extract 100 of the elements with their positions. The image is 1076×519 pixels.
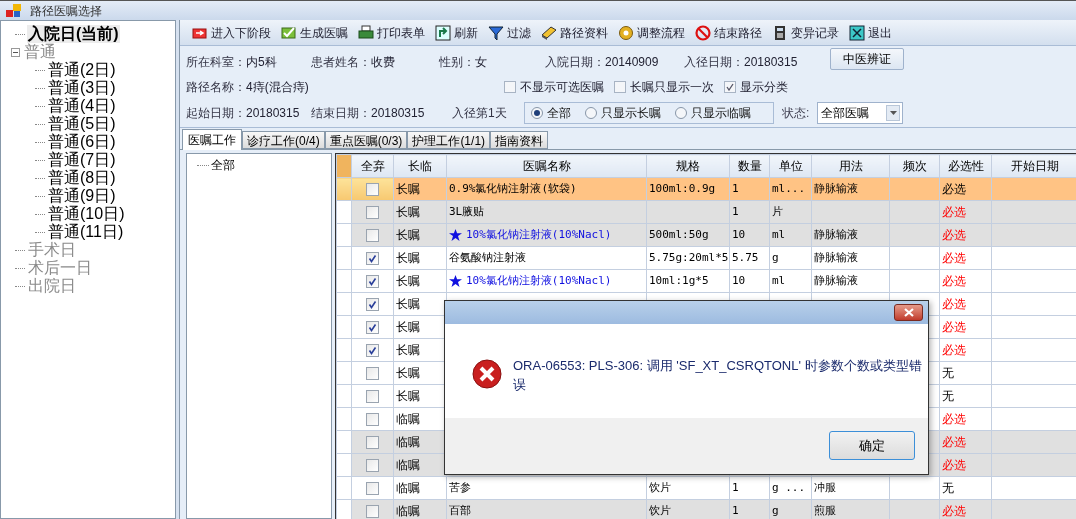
checkbox[interactable]	[614, 81, 626, 93]
column-header: 频次	[889, 154, 940, 178]
radio-button[interactable]	[675, 107, 687, 119]
field-value: 女	[475, 54, 487, 71]
table-cell: 冲服	[814, 480, 836, 494]
table-cell: 长嘱	[393, 177, 447, 201]
checkbox[interactable]	[366, 320, 379, 334]
toolbar-button[interactable]: 退出	[849, 21, 892, 44]
table-row[interactable]: 长嘱 0.9%氯化钠注射液(软袋) 100ml:0.9g 1 ml... 静脉输液 必选	[336, 177, 1076, 201]
table-cell: 必选	[942, 251, 966, 265]
table-cell-text: 10%氯化钠注射液(10%Nacl)	[466, 226, 612, 243]
radio-button[interactable]	[585, 107, 597, 119]
table-cell: 必选	[942, 297, 966, 311]
toolbar-button[interactable]: 刷新	[435, 21, 478, 44]
table-cell: 静脉输液	[814, 250, 858, 264]
checkbox[interactable]	[366, 435, 379, 449]
table-cell: 10ml:1g*5	[649, 273, 709, 287]
table-row[interactable]: 长嘱 谷氨酸钠注射液 5.75g:20ml*5 5.75 g 静脉输液 必选	[336, 246, 1076, 270]
table-cell: 必选	[942, 274, 966, 288]
field-label: 患者姓名：	[311, 54, 371, 71]
tab[interactable]: 指南资料	[490, 131, 549, 149]
table-cell: 临嘱	[393, 499, 447, 519]
checkbox[interactable]	[504, 81, 516, 93]
tab[interactable]: 护理工作(1/1)	[407, 131, 491, 149]
checkbox[interactable]	[366, 274, 379, 288]
table-cell: 必选	[942, 228, 966, 242]
toolbar-button[interactable]: 结束路径	[695, 21, 762, 44]
table-row[interactable]: 临嘱 百部 饮片 1 g 煎服 必选	[336, 499, 1076, 519]
table-cell-text: 3L腋贴	[449, 203, 485, 220]
checkbox[interactable]	[724, 81, 736, 93]
app-icon	[6, 3, 22, 18]
table-cell: 长嘱	[393, 223, 447, 247]
radio-button[interactable]	[531, 107, 543, 119]
toolbar-button[interactable]: 过滤	[488, 21, 531, 44]
table-cell: 长嘱	[393, 269, 447, 293]
table-cell: 必选	[942, 320, 966, 334]
table-cell: 必选	[942, 205, 966, 219]
checkbox[interactable]	[366, 251, 379, 265]
toolbar-button[interactable]: 进入下阶段	[192, 21, 271, 44]
checkbox[interactable]	[366, 228, 379, 242]
column-header: 数量	[729, 154, 770, 178]
table-cell: 必选	[942, 182, 966, 196]
table-row[interactable]: 长嘱 10%氯化钠注射液(10%Nacl) 10ml:1g*5 10 ml 静脉输液 必选	[336, 269, 1076, 293]
table-cell: ml	[772, 227, 786, 241]
tab[interactable]: 医嘱工作	[182, 129, 242, 150]
close-button[interactable]	[894, 304, 923, 321]
field-value: 20180315	[246, 105, 300, 122]
toolbar-button[interactable]: 变异记录	[772, 21, 839, 44]
table-cell: 长嘱	[393, 200, 447, 224]
toolbar-button[interactable]: 路径资料	[541, 21, 608, 44]
field-label: 性别：	[439, 54, 475, 71]
table-cell: 无	[942, 481, 954, 495]
table-cell: g	[772, 503, 779, 517]
checkbox[interactable]	[366, 205, 379, 219]
close-icon	[903, 308, 914, 317]
field-label: 入径日期：	[684, 54, 744, 71]
table-cell: g ...	[772, 480, 806, 494]
column-header: 用法	[811, 154, 890, 178]
checkbox[interactable]	[366, 458, 379, 472]
checkbox[interactable]	[366, 412, 379, 426]
field-label: 起始日期：	[186, 105, 246, 122]
checkbox[interactable]	[366, 297, 379, 311]
toolbar-button[interactable]: 生成医嘱	[281, 21, 348, 44]
table-cell: 5.75	[732, 250, 759, 264]
table-cell: 无	[942, 366, 954, 380]
field-value: 20140909	[605, 54, 659, 71]
table-cell: 静脉输液	[814, 227, 858, 241]
window-title: 路径医嘱选择	[30, 2, 102, 20]
ok-button[interactable]: 确定	[829, 431, 915, 460]
tcm-diagnosis-button[interactable]: 中医辨证	[830, 48, 904, 70]
tree-item[interactable]: 全部	[211, 156, 235, 174]
table-cell: 临嘱	[393, 476, 447, 500]
checkbox[interactable]	[366, 481, 379, 495]
checkbox[interactable]	[366, 182, 379, 196]
field-label: 结束日期：	[311, 105, 371, 122]
column-header: 单位	[769, 154, 812, 178]
tree-item[interactable]: 入院日(当前)	[27, 25, 120, 43]
table-cell: 500ml:50g	[649, 227, 709, 241]
checkbox[interactable]	[366, 366, 379, 380]
tab[interactable]: 重点医嘱(0/3)	[324, 131, 408, 149]
toolbar-button[interactable]: 打印表单	[358, 21, 425, 44]
table-cell: 1	[732, 181, 739, 195]
no-entry-icon	[695, 24, 711, 41]
refresh-icon	[435, 24, 451, 41]
table-cell: 必选	[942, 504, 966, 518]
toolbar-button[interactable]: 调整流程	[618, 21, 685, 44]
table-row[interactable]: 长嘱 10%氯化钠注射液(10%Nacl) 500ml:50g 10 ml 静脉输液 必选	[336, 223, 1076, 247]
checkbox[interactable]	[366, 504, 379, 518]
field-value: 收费	[371, 54, 395, 71]
table-row[interactable]: 临嘱 苦参 饮片 1 g ... 冲服 无	[336, 476, 1076, 500]
table-row[interactable]: 长嘱 3L腋贴 1 片 必选	[336, 200, 1076, 224]
tab[interactable]: 诊疗工作(0/4)	[242, 131, 325, 149]
status-dropdown[interactable]: 全部医嘱	[817, 102, 904, 124]
checkbox[interactable]	[366, 389, 379, 403]
checkbox-label: 长嘱只显示一次	[630, 79, 714, 96]
column-header: 开始日期	[991, 154, 1076, 178]
table-cell-text: 苦参	[449, 479, 471, 496]
checkbox[interactable]	[366, 343, 379, 357]
column-header: 医嘱名称	[446, 154, 647, 178]
table-cell: ml...	[772, 181, 806, 195]
